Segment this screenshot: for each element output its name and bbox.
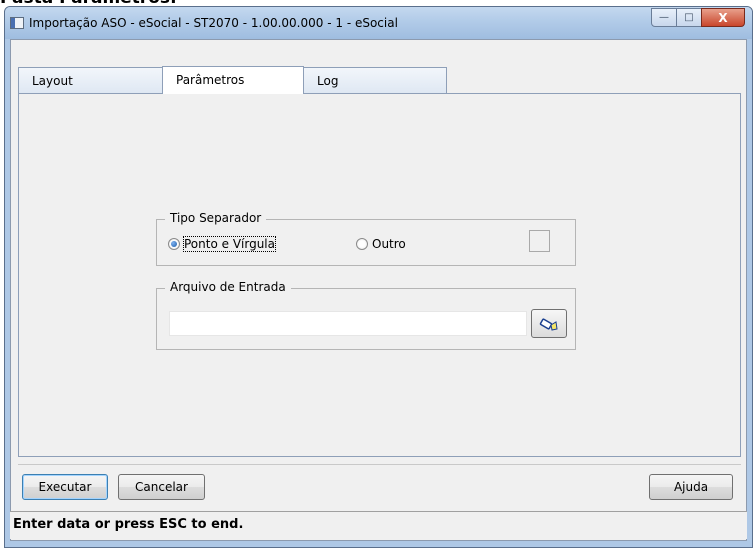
maximize-button[interactable]: □	[676, 8, 702, 27]
tab-parametros[interactable]: Parâmetros	[162, 66, 304, 94]
status-bar: Enter data or press ESC to end.	[10, 511, 747, 539]
execute-button[interactable]: Executar	[22, 474, 108, 500]
title-bar[interactable]: Importação ASO - eSocial - ST2070 - 1.00…	[5, 7, 752, 39]
close-icon: X	[718, 10, 728, 25]
browse-file-button[interactable]	[531, 309, 567, 338]
input-file-title: Arquivo de Entrada	[165, 280, 291, 294]
tab-layout[interactable]: Layout	[18, 67, 163, 93]
button-bar: Executar Cancelar Ajuda	[18, 464, 741, 509]
app-window-icon[interactable]	[10, 17, 24, 29]
parametros-panel: Tipo Separador Ponto e Vírgula Outro Arq…	[18, 93, 741, 457]
minimize-button[interactable]: —	[651, 8, 677, 27]
radio-label: Ponto e Vírgula	[183, 236, 276, 252]
help-button[interactable]: Ajuda	[649, 474, 733, 500]
radio-outro[interactable]: Outro	[356, 237, 406, 251]
close-button[interactable]: X	[701, 8, 745, 27]
tab-label: Parâmetros	[176, 73, 245, 87]
radio-checked-icon	[168, 238, 180, 250]
tab-log[interactable]: Log	[303, 67, 447, 93]
status-message: Enter data or press ESC to end.	[13, 517, 244, 532]
file-path-input[interactable]	[169, 311, 527, 336]
dialog-body: Layout Parâmetros Log Tipo Separador Pon…	[10, 39, 747, 541]
radio-ponto-e-virgula[interactable]: Ponto e Vírgula	[168, 236, 276, 252]
flashlight-search-icon	[539, 318, 558, 331]
window-title: Importação ASO - eSocial - ST2070 - 1.00…	[29, 16, 398, 30]
maximize-icon: □	[684, 12, 694, 23]
input-file-group: Arquivo de Entrada	[156, 280, 576, 350]
radio-unchecked-icon	[356, 238, 368, 250]
window-controls: — □ X	[651, 8, 745, 27]
radio-label: Outro	[372, 237, 406, 251]
separator-type-title: Tipo Separador	[165, 211, 267, 225]
cancel-button[interactable]: Cancelar	[118, 474, 205, 500]
other-separator-input[interactable]	[529, 230, 550, 252]
minimize-icon: —	[659, 12, 669, 23]
separator-type-group: Tipo Separador Ponto e Vírgula Outro	[156, 211, 576, 266]
tab-label: Layout	[32, 74, 73, 88]
app-window: Importação ASO - eSocial - ST2070 - 1.00…	[4, 6, 753, 548]
tab-label: Log	[317, 74, 339, 88]
